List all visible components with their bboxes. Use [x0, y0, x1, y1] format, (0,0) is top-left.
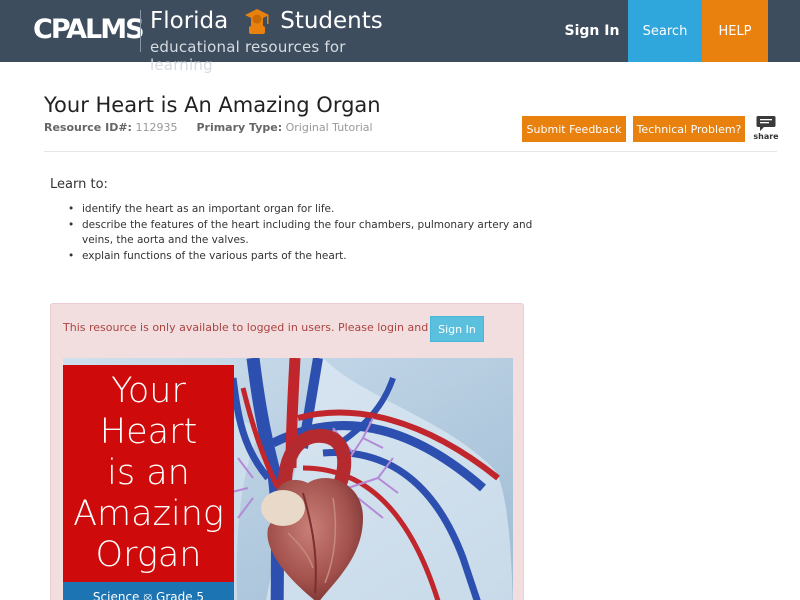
- submit-feedback-button[interactable]: Submit Feedback: [522, 116, 626, 142]
- tutorial-cover-panel: Your Heart is an Amazing Organ Science ⦻…: [63, 365, 234, 600]
- subject-label: Science: [92, 590, 140, 600]
- site-header: CPALMS Florida Students educational reso…: [0, 0, 800, 74]
- subject-grade-strip: Science ⦻ Grade 5: [63, 582, 234, 600]
- header-divider: [140, 10, 141, 52]
- brand-tagline: educational resources for learning: [150, 38, 346, 74]
- cpalms-logo[interactable]: CPALMS: [33, 10, 145, 50]
- resource-id-label: Resource ID#:: [44, 121, 132, 134]
- learn-objective: describe the features of the heart inclu…: [68, 218, 538, 249]
- learn-objectives-list: identify the heart as an important organ…: [68, 202, 538, 264]
- learn-objective: explain functions of the various parts o…: [68, 249, 538, 265]
- speech-bubble-icon: [753, 115, 779, 132]
- resource-id-value: 112935: [135, 121, 178, 134]
- nav-help-button[interactable]: HELP: [702, 0, 768, 62]
- share-button[interactable]: share: [753, 115, 779, 145]
- tutorial-cover-image[interactable]: Your Heart is an Amazing Organ Science ⦻…: [63, 358, 513, 600]
- dna-icon: ⦻: [143, 589, 153, 600]
- title-divider: [44, 151, 777, 152]
- alert-message: This resource is only available to logge…: [63, 321, 485, 334]
- brand-name-left: Florida: [150, 8, 229, 34]
- tutorial-cover-title: Your Heart is an Amazing Organ: [63, 371, 234, 576]
- cover-title-line: Amazing: [73, 494, 224, 534]
- cover-title-line: Organ: [95, 535, 202, 575]
- page-title: Your Heart is An Amazing Organ: [44, 93, 381, 117]
- grade-label: Grade 5: [156, 590, 205, 600]
- cover-title-line: Heart: [99, 412, 198, 452]
- share-label: share: [753, 132, 779, 141]
- primary-type-label: Primary Type:: [196, 121, 283, 134]
- nav-search-button[interactable]: Search: [628, 0, 702, 62]
- learn-objective: identify the heart as an important organ…: [68, 202, 538, 218]
- alert-sign-in-button[interactable]: Sign In: [430, 316, 484, 342]
- cover-title-line: is an: [107, 453, 190, 493]
- technical-problem-button[interactable]: Technical Problem?: [633, 116, 745, 142]
- brand-name-right: Students: [280, 8, 383, 34]
- nav-sign-in-link[interactable]: Sign In: [556, 0, 628, 62]
- brand-block[interactable]: Florida Students educational resources f…: [150, 6, 390, 74]
- resource-meta: Resource ID#: 112935 Primary Type: Origi…: [44, 121, 373, 134]
- primary-type-value: Original Tutorial: [285, 121, 373, 134]
- login-required-alert: This resource is only available to logge…: [50, 303, 524, 600]
- learn-heading: Learn to:: [50, 177, 108, 192]
- student-icon: [242, 6, 272, 36]
- cover-title-line: Your: [111, 371, 186, 411]
